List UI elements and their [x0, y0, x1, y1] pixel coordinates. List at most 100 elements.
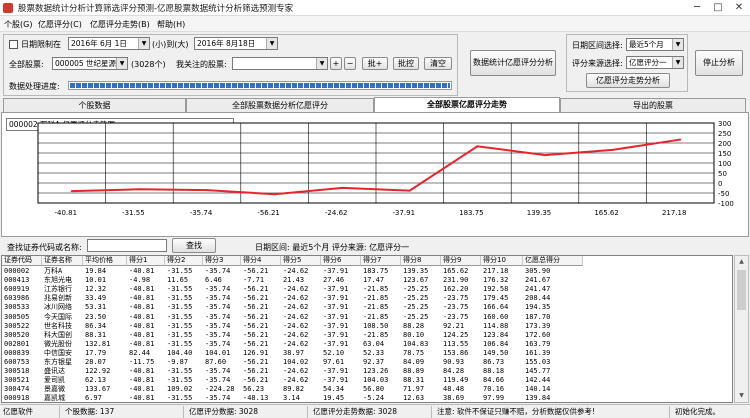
- source-select[interactable]: 亿愿评分一 ▼: [626, 56, 684, 69]
- table-scrollbar[interactable]: ▲ ▼: [734, 255, 749, 403]
- table-row[interactable]: 000839 中信国安 17.79 82.44 104.40 104.01 126.91 38…: [2, 348, 732, 358]
- table-cell: -35.74: [205, 367, 231, 376]
- clear-button[interactable]: 清空: [424, 57, 452, 70]
- search-input[interactable]: [87, 239, 167, 252]
- table-cell: -37.91: [323, 312, 349, 321]
- table-row[interactable]: 000002 万科A 19.84 -40.81 -31.55 -35.74 -56.21 -2…: [2, 267, 732, 276]
- progress-label: 数据处理进度:: [9, 82, 60, 91]
- tab-all-analysis[interactable]: 全部股票数据分析亿愿评分: [186, 98, 374, 112]
- column-header: 得分9: [441, 256, 481, 266]
- range-select[interactable]: 最近5个月 ▼: [626, 38, 684, 51]
- table-cell: 124.25: [443, 330, 469, 339]
- status-bar: 亿愿软件 个股数据: 137 亿愿评分数据: 3028 亿愿评分走势数据: 30…: [0, 404, 750, 418]
- range-label: 日期区间选择:: [572, 41, 623, 50]
- table-row[interactable]: 600919 江苏银行 12.32 -40.81 -31.55 -35.74 -56.21 -…: [2, 285, 732, 294]
- tab-individual[interactable]: 个股数据: [3, 98, 186, 112]
- menu-trend[interactable]: 亿愿评分走势(B): [90, 19, 150, 30]
- maximize-icon[interactable]: □: [707, 0, 729, 16]
- menu-score[interactable]: 亿愿评分(C): [38, 19, 82, 30]
- data-point: [138, 188, 141, 191]
- table-row[interactable]: 600753 东方银星 28.07 -11.75 -9.87 87.60 -56.21 104…: [2, 358, 732, 367]
- y-tick-label: 150: [718, 150, 731, 158]
- data-point: [408, 189, 411, 192]
- table-cell: 科大国创: [44, 330, 72, 339]
- table-cell: 88.89: [403, 367, 425, 376]
- table-row[interactable]: 300522 世名科技 86.34 -40.81 -31.55 -35.74 -56.21 -…: [2, 321, 732, 331]
- status-individual: 个股数据: 137: [62, 406, 184, 418]
- all-stocks-select[interactable]: 000005 世纪星源 ▼: [52, 57, 128, 70]
- table-row[interactable]: 000918 嘉凯城 6.97 -40.81 -31.55 -35.74 -48.13 3.1…: [2, 394, 732, 403]
- table-cell: 122.92: [85, 367, 111, 376]
- table-row[interactable]: 300520 科大国创 88.31 -40.81 -31.55 -35.74 -56.21 -…: [2, 330, 732, 340]
- table-row[interactable]: 300474 景嘉微 133.67 -40.81 109.02 -224.28 56.23 8…: [2, 385, 732, 394]
- x-tick-label: 139.35: [527, 209, 552, 217]
- table-cell: -37.91: [323, 303, 349, 312]
- table-row[interactable]: 000413 东旭光电 10.01 -4.98 11.65 6.46 -7.71 21.43 2…: [2, 276, 732, 285]
- table-cell: -37.91: [323, 367, 349, 376]
- table-cell: -31.55: [167, 285, 193, 294]
- scroll-thumb[interactable]: [737, 270, 746, 310]
- status-init: 初始化完成。: [675, 407, 720, 416]
- analyze-button[interactable]: 数据统计亿愿评分分析: [470, 50, 556, 76]
- table-cell: 142.44: [525, 376, 551, 385]
- table-cell: 163.79: [525, 339, 551, 348]
- table-cell: 86.34: [85, 321, 107, 330]
- table-cell: 28.07: [85, 358, 107, 366]
- stop-button[interactable]: 停止分析: [695, 50, 743, 76]
- table-cell: 000002: [4, 267, 30, 275]
- table-cell: -35.74: [205, 321, 231, 330]
- search-label: 查找证券代码或名称:: [7, 243, 82, 252]
- minimize-icon[interactable]: ─: [686, 0, 708, 16]
- search-button[interactable]: 查找: [172, 238, 216, 253]
- table-row[interactable]: 603986 兆易创新 33.49 -40.81 -31.55 -35.74 -56.21 -…: [2, 294, 732, 303]
- trend-analysis-button[interactable]: 亿愿评分走势分析: [586, 73, 670, 88]
- date-from-picker[interactable]: 2016年 6月 1日 ▼: [68, 37, 150, 50]
- table-cell: -25.25: [403, 285, 429, 294]
- table-cell: -56.21: [243, 267, 269, 275]
- table-cell: 123.26: [363, 367, 389, 376]
- scroll-down-icon[interactable]: ▼: [735, 390, 748, 402]
- column-header: 得分5: [281, 256, 321, 266]
- add-watch-button[interactable]: +: [330, 57, 342, 70]
- table-cell: -31.55: [167, 394, 193, 403]
- table-cell: -35.74: [205, 394, 231, 403]
- menu-individual[interactable]: 个股(G): [4, 19, 32, 30]
- x-tick-label: -24.62: [325, 209, 348, 217]
- watch-select[interactable]: ▼: [232, 57, 328, 70]
- x-tick-label: -40.81: [55, 209, 78, 217]
- table-cell: 88.18: [483, 367, 505, 376]
- table-cell: -24.62: [283, 321, 309, 330]
- scroll-up-icon[interactable]: ▲: [735, 256, 748, 268]
- menu-help[interactable]: 帮助(H): [157, 19, 185, 30]
- date-to-picker[interactable]: 2016年 8月18日 ▼: [194, 37, 278, 50]
- table-cell: 149.50: [483, 348, 509, 357]
- table-row[interactable]: 300533 冰川网络 53.31 -40.81 -31.55 -35.74 -56.21 -…: [2, 303, 732, 312]
- table-row[interactable]: 300505 今天国际 23.50 -40.81 -31.55 -35.74 -56.21 -…: [2, 312, 732, 322]
- tab-all-trend[interactable]: 全部股票亿愿评分走势: [374, 97, 560, 112]
- table-cell: 104.83: [403, 339, 429, 348]
- table-cell: 208.44: [525, 294, 551, 303]
- remove-watch-button[interactable]: −: [344, 57, 356, 70]
- close-icon[interactable]: ✕: [728, 0, 750, 16]
- table-cell: -21.85: [363, 312, 389, 321]
- table-cell: 300505: [4, 312, 30, 321]
- batch-remove-button[interactable]: 批控: [393, 57, 419, 70]
- table-row[interactable]: 002801 微光股份 132.81 -40.81 -31.55 -35.74 -56.21…: [2, 339, 732, 349]
- table-row[interactable]: 300518 盛讯达 122.92 -40.81 -31.55 -35.74 -56.21 -…: [2, 367, 732, 376]
- table-cell: -35.74: [205, 330, 231, 339]
- date-limit-label: 日期限制在: [21, 40, 61, 49]
- table-cell: -21.85: [363, 285, 389, 294]
- table-cell: 603986: [4, 294, 30, 303]
- table-cell: -37.91: [323, 294, 349, 303]
- table-cell: -25.25: [403, 294, 429, 303]
- tab-exported[interactable]: 导出的股票: [560, 98, 746, 112]
- table-cell: 17.47: [363, 276, 385, 285]
- table-cell: 38.69: [443, 394, 465, 403]
- chevron-down-icon: ▼: [116, 58, 127, 69]
- date-limit-checkbox[interactable]: [9, 40, 18, 49]
- table-cell: -40.81: [129, 294, 155, 303]
- table-row[interactable]: 300521 爱司凯 62.13 -40.81 -31.55 -35.74 -56.21 -2…: [2, 376, 732, 385]
- batch-add-button[interactable]: 批+: [362, 57, 388, 70]
- table-cell: 92.37: [363, 358, 385, 366]
- table-cell: 600753: [4, 358, 30, 366]
